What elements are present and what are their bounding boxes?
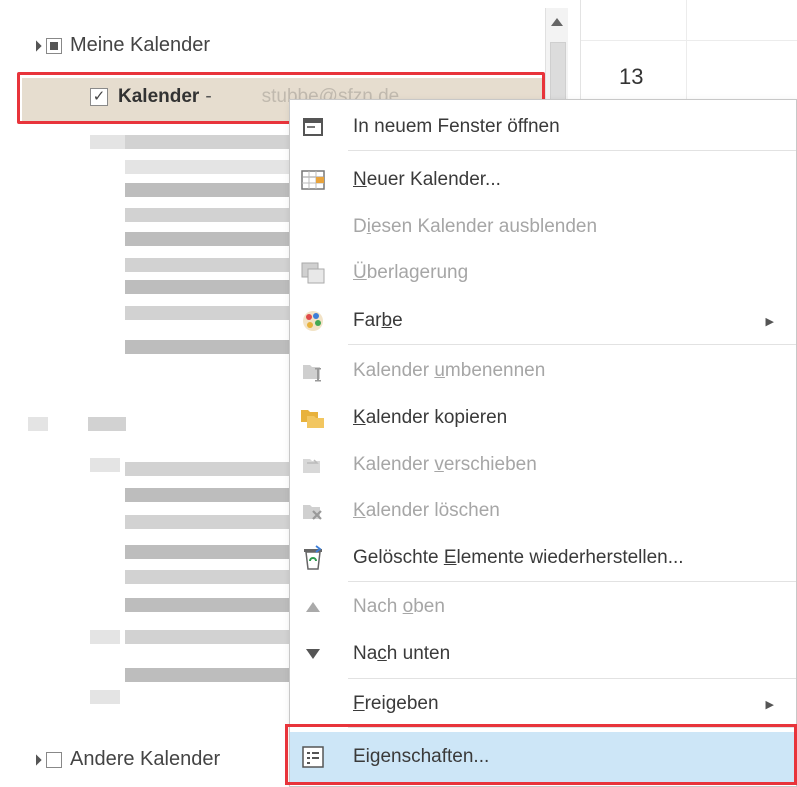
group-other-calendars[interactable]: Andere Kalender: [30, 748, 221, 771]
annotation-frame-properties: [285, 724, 797, 785]
group-checkbox[interactable]: [46, 37, 62, 54]
scroll-up-icon[interactable]: [546, 8, 568, 36]
group-my-calendars[interactable]: Meine Kalender: [30, 34, 211, 57]
context-menu: In neuem Fenster öffnen Neuer Kalender..…: [289, 99, 797, 787]
menu-item-move-down[interactable]: Nach unten: [290, 631, 796, 677]
menu-item-open-new-window[interactable]: In neuem Fenster öffnen: [290, 104, 796, 150]
color-palette-icon: [300, 308, 326, 334]
menu-item-copy-calendar[interactable]: Kalender kopieren: [290, 395, 796, 441]
collapse-triangle-icon[interactable]: [30, 753, 42, 766]
menu-item-recover-deleted-items[interactable]: Gelöschte Elemente wiederherstellen...: [290, 535, 796, 581]
menu-label: In neuem Fenster: [353, 116, 508, 137]
menu-item-share[interactable]: Freigeben ▶: [290, 681, 796, 727]
menu-item-hide-calendar[interactable]: Diesen Kalender ausblenden: [290, 204, 796, 250]
new-calendar-icon: [300, 167, 326, 193]
submenu-arrow-icon: ▶: [765, 315, 774, 328]
menu-item-delete-calendar[interactable]: Kalender löschen: [290, 488, 796, 534]
menu-item-overlay[interactable]: Überlagerung: [290, 250, 796, 296]
menu-item-new-calendar[interactable]: Neuer Kalender...: [290, 157, 796, 203]
menu-item-rename-calendar[interactable]: Kalender umbenennen: [290, 348, 796, 394]
day-number[interactable]: 13: [619, 64, 643, 90]
collapse-triangle-icon[interactable]: [30, 39, 42, 52]
group-checkbox[interactable]: [46, 751, 62, 768]
copy-calendar-icon: [300, 405, 326, 431]
open-window-icon: [300, 114, 326, 140]
move-calendar-icon: [300, 452, 326, 478]
rename-calendar-icon: [300, 358, 326, 384]
move-down-icon: [300, 641, 326, 667]
menu-item-color[interactable]: Farbe ▶: [290, 298, 796, 344]
overlay-icon: [300, 260, 326, 286]
recover-items-icon: [300, 545, 326, 571]
menu-item-move-calendar[interactable]: Kalender verschieben: [290, 442, 796, 488]
submenu-arrow-icon: ▶: [765, 698, 774, 711]
menu-item-move-up[interactable]: Nach oben: [290, 584, 796, 630]
group-label: Andere Kalender: [70, 748, 221, 770]
group-label: Meine Kalender: [70, 34, 211, 56]
move-up-icon: [300, 594, 326, 620]
delete-calendar-icon: [300, 498, 326, 524]
